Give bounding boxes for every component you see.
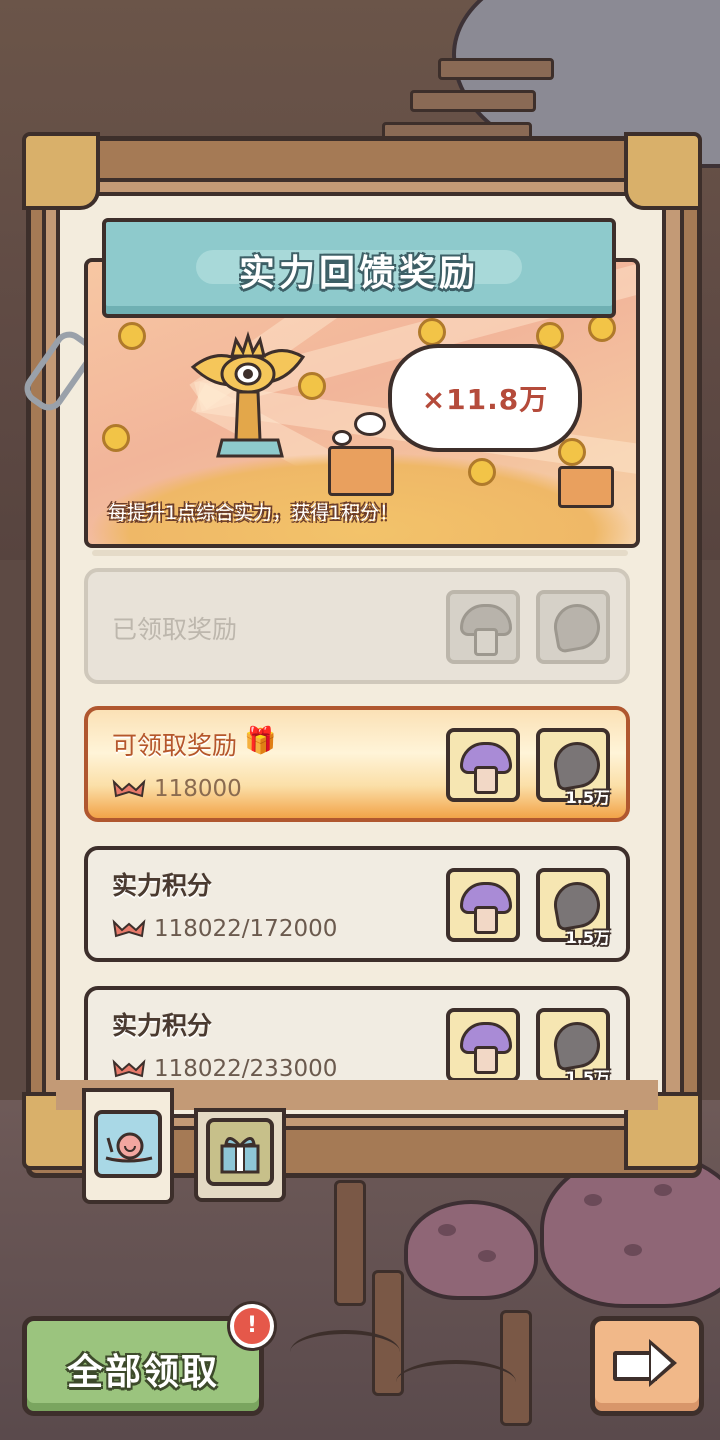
multiplier-text: ×11.8万 [421, 383, 549, 416]
next-button[interactable] [590, 1316, 704, 1416]
page-title: 实力回馈奖励 [238, 253, 479, 294]
dark-slime-icon [550, 600, 604, 654]
tab-snail[interactable] [82, 1088, 174, 1204]
reward-slot-slime[interactable] [536, 590, 610, 664]
background-mushroom [404, 1200, 538, 1300]
bat-points-icon [112, 779, 146, 798]
row-title: 实力积分 [112, 871, 213, 900]
row-value: 118000 [154, 776, 242, 802]
coin-icon [118, 322, 146, 350]
coin-icon [468, 458, 496, 486]
divider [92, 550, 628, 556]
row-value: 118022/172000 [154, 916, 338, 942]
reward-slot-mushroom[interactable] [446, 868, 520, 942]
bat-points-icon [112, 1059, 146, 1078]
mushroom-stem [474, 628, 498, 656]
tab-gift[interactable] [194, 1108, 286, 1202]
reward-slot-slime[interactable]: 1.5万 [536, 1008, 610, 1087]
gift-box-icon [558, 466, 614, 508]
row-title: 已领取奖励 [112, 615, 238, 644]
reward-slot-mushroom[interactable] [446, 1008, 520, 1082]
background-rope [290, 1330, 400, 1374]
background-rope [396, 1360, 516, 1404]
claim-all-label: 全部领取 [66, 1352, 219, 1393]
coin-icon [588, 314, 616, 342]
background-plank [438, 58, 554, 80]
speech-bubble-dot [354, 412, 386, 436]
speech-bubble-dot [332, 430, 352, 446]
row-title: 实力积分 [112, 1011, 213, 1040]
reward-slot-slime[interactable]: 1.5万 [536, 728, 610, 807]
reward-slot-slime[interactable]: 1.5万 [536, 868, 610, 947]
reward-count: 1.5万 [565, 928, 610, 947]
gift-box-icon [328, 446, 394, 496]
gift-box-icon [206, 1118, 274, 1186]
mushroom-stem [474, 1046, 498, 1074]
bat-points-icon [112, 919, 146, 938]
multiplier-bubble: ×11.8万 [388, 344, 582, 452]
mushroom-stem [474, 906, 498, 934]
background-post [334, 1180, 366, 1306]
coin-icon [418, 318, 446, 346]
frame-corner-top-left [22, 132, 100, 210]
row-title: 可领取奖励 [112, 731, 238, 760]
reward-row-claimed: 已领取奖励 [84, 568, 630, 684]
reward-slot-mushroom[interactable] [446, 728, 520, 802]
notification-badge: ! [230, 1304, 274, 1348]
coin-icon [102, 424, 130, 452]
reward-row-locked: 实力积分 118022/172000 1.5万 [84, 846, 630, 962]
snail-icon [94, 1110, 162, 1178]
title-plate: 实力回馈奖励 [102, 218, 616, 318]
eye-trophy-icon [190, 330, 306, 458]
coin-icon [558, 438, 586, 466]
background-plank [410, 90, 536, 112]
banner-description: 每提升1点综合实力，获得1积分！ [108, 502, 399, 524]
reward-row-available[interactable]: 可领取奖励 🎁 118000 1.5万 [84, 706, 630, 822]
claim-all-button[interactable]: 全部领取 [22, 1316, 264, 1416]
gift-icon: 🎁 [244, 726, 277, 756]
right-arrow-icon-fill [651, 1345, 671, 1381]
reward-count: 1.5万 [565, 788, 610, 807]
mushroom-stem [474, 766, 498, 794]
row-value: 118022/233000 [154, 1056, 338, 1082]
background-post [500, 1310, 532, 1426]
reward-slot-mushroom[interactable] [446, 590, 520, 664]
frame-corner-top-right [624, 132, 702, 210]
